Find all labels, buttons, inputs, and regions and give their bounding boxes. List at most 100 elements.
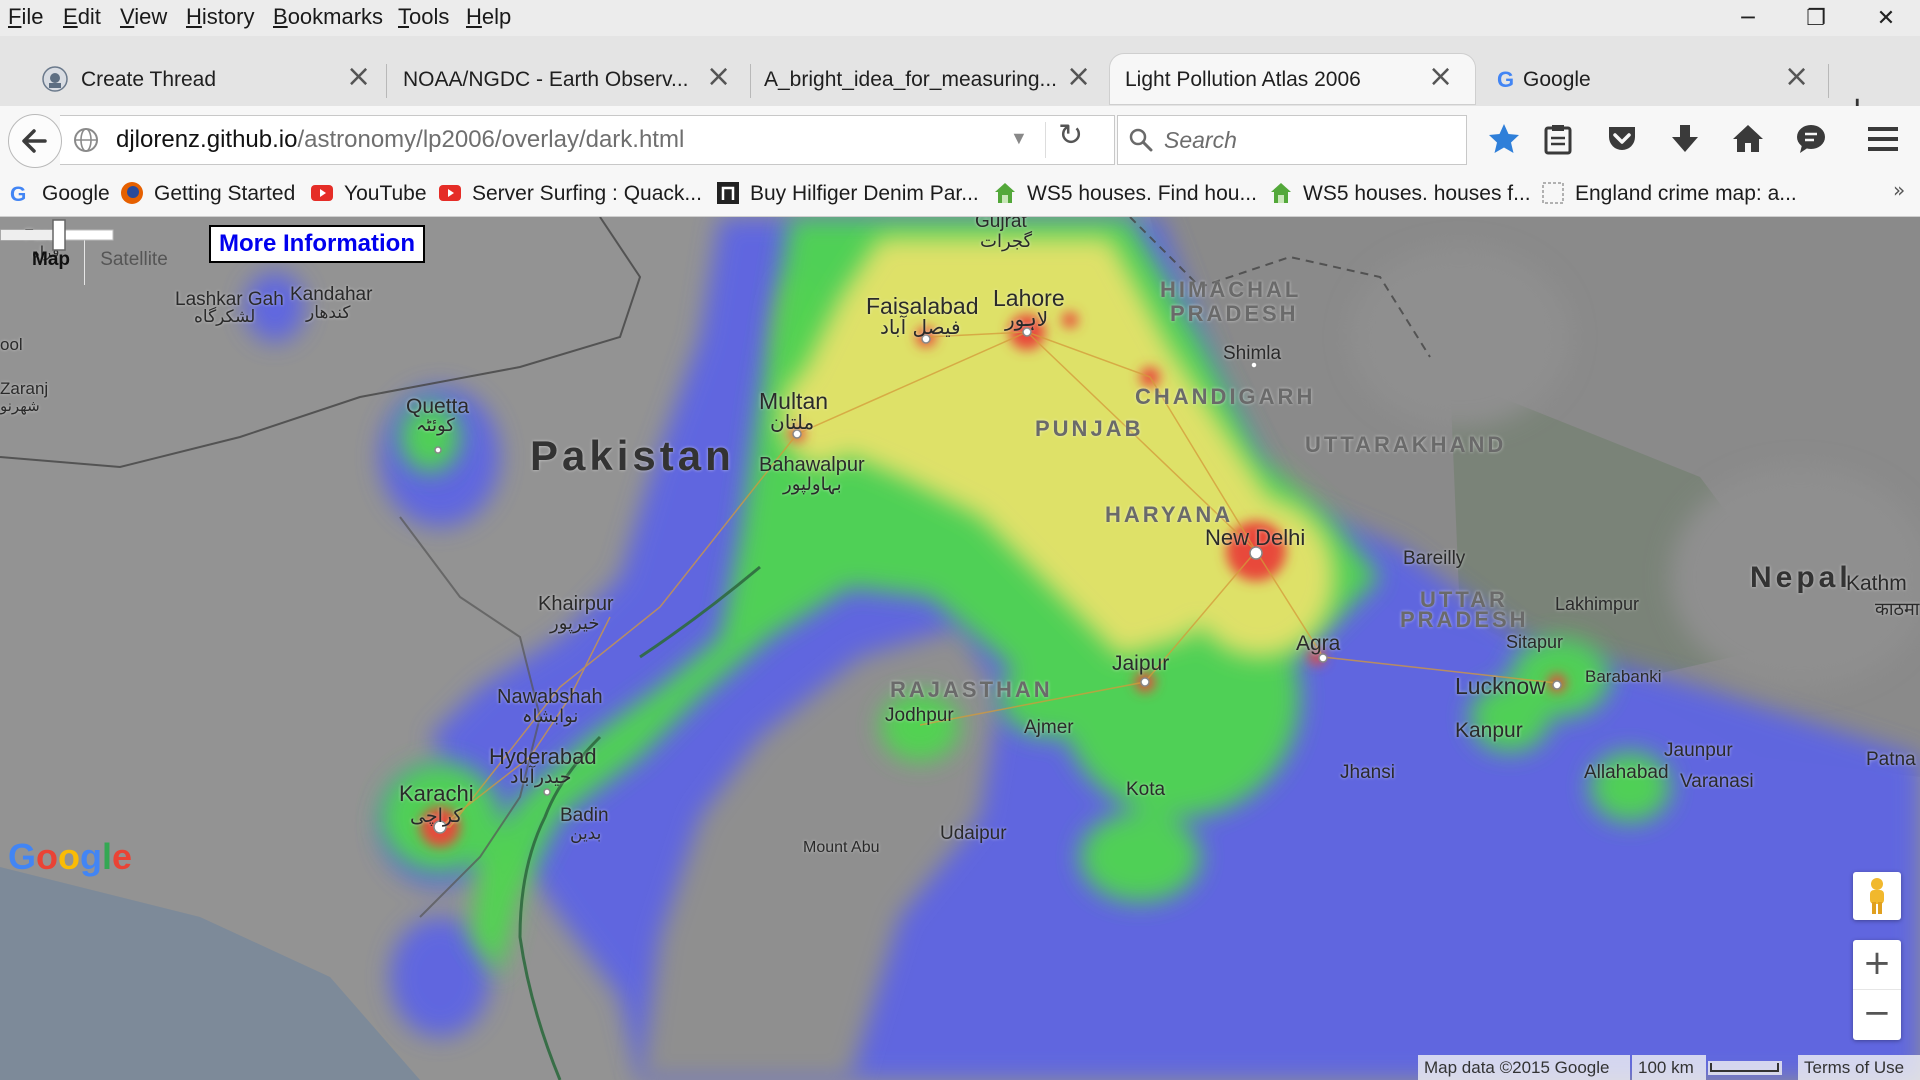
bookmark-label: England crime map: a... [1575, 182, 1797, 205]
clipboard-icon[interactable] [1541, 122, 1575, 156]
map-label: Lucknow [1455, 673, 1546, 699]
zoom-out-button[interactable]: − [1853, 990, 1901, 1039]
tab-separator [1828, 64, 1829, 98]
tab-strip: Create Thread × NOAA/NGDC - Earth Observ… [0, 36, 1920, 126]
menu-edit[interactable]: Edit [63, 4, 101, 30]
pocket-icon[interactable] [1605, 122, 1639, 156]
divider [1045, 122, 1046, 158]
map-label: Barabanki [1585, 667, 1662, 686]
close-tab-icon[interactable]: × [706, 62, 731, 92]
menu-view[interactable]: View [120, 4, 167, 30]
close-tab-icon[interactable]: × [1428, 62, 1453, 92]
map-label: Lakhimpur [1555, 594, 1640, 614]
bookmark-label: YouTube [344, 182, 427, 205]
menu-tools[interactable]: Tools [398, 4, 449, 30]
map-label: PRADESH [1400, 607, 1529, 632]
home-icon[interactable] [1731, 122, 1765, 156]
tab-title: Create Thread [81, 68, 217, 91]
close-tab-icon[interactable]: × [1066, 62, 1091, 92]
svg-text:G: G [10, 183, 26, 205]
tab-create-thread[interactable]: Create Thread × [28, 54, 378, 104]
reload-icon[interactable]: ↻ [1058, 118, 1083, 153]
map-label: Patna [1866, 749, 1916, 770]
back-arrow-icon [22, 129, 47, 153]
map-label: کراچی [410, 805, 463, 827]
map-label: Agra [1296, 632, 1341, 655]
map-canvas[interactable]: Google [0, 217, 1920, 1080]
map-label: CHANDIGARH [1135, 384, 1316, 409]
tab-title: NOAA/NGDC - Earth Observ... [403, 68, 689, 91]
map-label: Ajmer [1024, 717, 1074, 738]
svg-text:G: G [1497, 67, 1514, 92]
scale-label: 100 km [1632, 1055, 1706, 1080]
close-window-button[interactable]: ✕ [1866, 6, 1906, 34]
restore-button[interactable]: ❐ [1796, 6, 1836, 34]
menu-bar: File Edit View History Bookmarks Tools H… [0, 0, 1920, 36]
menu-help[interactable]: Help [466, 4, 511, 30]
youtube-icon [439, 185, 461, 201]
map-label: Jaipur [1112, 652, 1170, 675]
map-label: Jaunpur [1664, 740, 1733, 761]
tab-noaa[interactable]: NOAA/NGDC - Earth Observ... × [390, 54, 740, 104]
chat-icon[interactable] [1794, 122, 1828, 156]
bookmark-star-icon[interactable] [1487, 122, 1521, 156]
url-host: djlorenz.github.io [116, 126, 298, 153]
map-label: بہاولپور [783, 474, 842, 495]
firefox-icon [121, 182, 143, 204]
address-bar[interactable]: djlorenz.github.io/astronomy/lp2006/over… [60, 115, 1115, 165]
map-label: Varanasi [1680, 771, 1754, 792]
map-label: Allahabad [1584, 762, 1669, 783]
map-label: Kanpur [1455, 719, 1523, 742]
map-label: Pakistan [530, 432, 735, 479]
bookmark-label: Buy Hilfiger Denim Par... [750, 182, 979, 205]
map-label: حیدرآباد [510, 766, 572, 788]
map-label: Nepal [1750, 561, 1852, 594]
search-box[interactable]: Search [1117, 115, 1467, 165]
map-label: کوئٹہ [416, 415, 455, 436]
minimize-button[interactable]: ─ [1728, 6, 1768, 34]
street-view-pegman[interactable] [1853, 872, 1901, 920]
terms-of-use-link[interactable]: Terms of Use [1798, 1055, 1920, 1080]
map-label: بدین [570, 824, 602, 844]
menu-file[interactable]: File [8, 4, 43, 30]
zoom-in-button[interactable]: + [1853, 940, 1901, 990]
more-information-button[interactable]: More Information [209, 225, 425, 263]
search-icon [1129, 128, 1153, 152]
map-label: Udaipur [940, 823, 1007, 844]
youtube-icon [311, 185, 333, 201]
map-label: Kathm [1846, 572, 1907, 595]
download-icon[interactable] [1668, 122, 1702, 156]
page-icon [1542, 182, 1564, 204]
google-logo: Google [8, 836, 132, 877]
menu-history[interactable]: History [186, 4, 254, 30]
url-text[interactable]: djlorenz.github.io/astronomy/lp2006/over… [116, 126, 684, 154]
map-label: گجرات [980, 231, 1033, 252]
pegman-icon [1870, 878, 1884, 914]
slider-handle[interactable] [52, 219, 66, 251]
tab-bright-idea[interactable]: A_bright_idea_for_measuring... × [752, 54, 1102, 104]
map-label: لشکرگاه [194, 307, 256, 327]
opacity-slider[interactable] [0, 217, 114, 255]
map-label: لاہور [1005, 307, 1049, 331]
bookmarks-overflow-icon[interactable]: » [1893, 178, 1905, 202]
zoom-control: + − [1853, 940, 1901, 1040]
house-icon [1271, 183, 1291, 203]
map-label: PRADESH [1170, 301, 1299, 326]
back-button[interactable] [8, 114, 62, 168]
tab-google[interactable]: G Google × [1480, 54, 1820, 104]
bookmark-label: Google [42, 182, 110, 205]
map-label: نوابشاہ [522, 706, 579, 727]
light-pollution-map[interactable]: Google Pakistan Nepal Kathm काठमा HIMACH… [0, 217, 1920, 1080]
hamburger-menu-icon[interactable] [1866, 122, 1900, 156]
close-tab-icon[interactable]: × [1784, 62, 1809, 92]
map-label: Shimla [1223, 343, 1282, 364]
globe-icon[interactable] [72, 126, 100, 154]
close-tab-icon[interactable]: × [346, 62, 371, 92]
menu-bookmarks[interactable]: Bookmarks [273, 4, 383, 30]
tab-light-pollution[interactable]: Light Pollution Atlas 2006 × [1110, 54, 1475, 104]
search-input[interactable]: Search [1164, 127, 1237, 154]
url-dropdown-icon[interactable]: ▼ [1010, 128, 1028, 149]
tab-separator [386, 64, 387, 98]
map-label: Mount Abu [803, 839, 880, 856]
bookmark-label: Getting Started [154, 182, 296, 205]
